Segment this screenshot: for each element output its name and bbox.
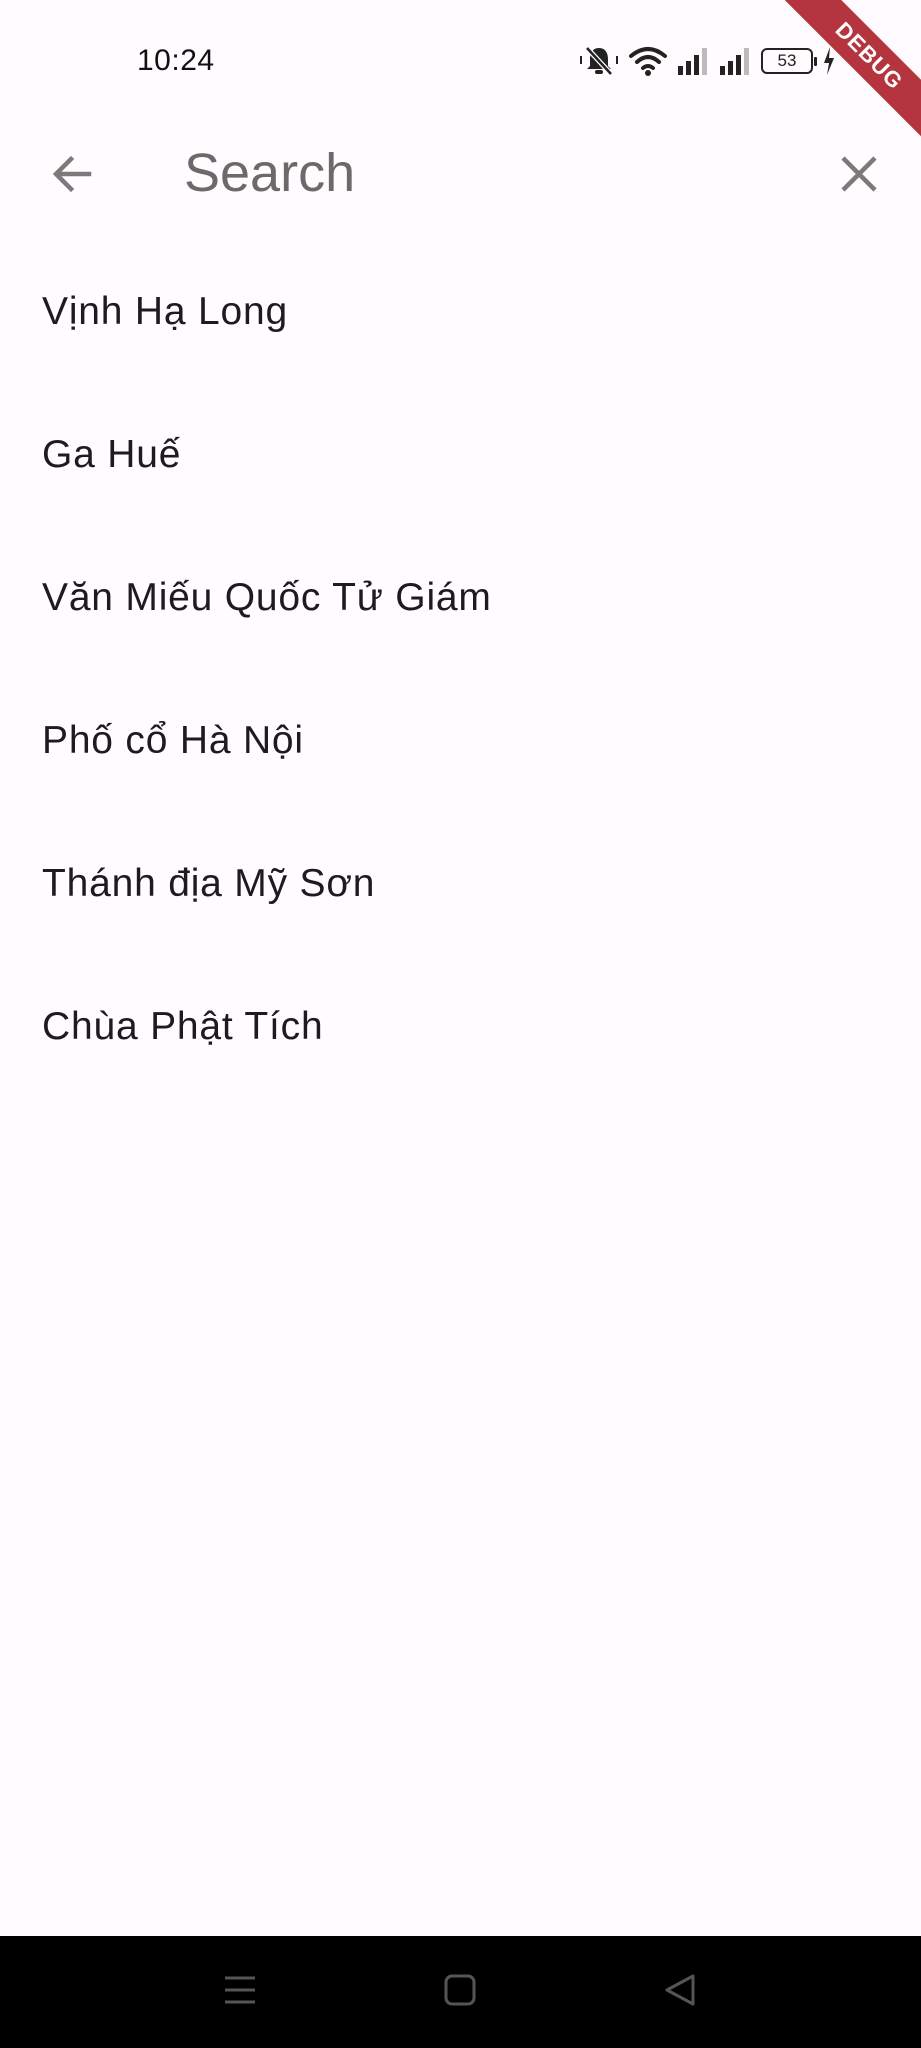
- recent-apps-button[interactable]: [220, 1972, 260, 2012]
- menu-icon: [223, 1973, 257, 2012]
- search-input[interactable]: [184, 138, 784, 208]
- wifi-icon: [629, 45, 667, 77]
- nav-back-button[interactable]: [660, 1972, 700, 2012]
- arrow-left-icon: [49, 151, 95, 202]
- back-icon: [663, 1973, 697, 2012]
- battery-icon: 53: [761, 48, 817, 74]
- status-icons: 53: [579, 44, 835, 78]
- list-item[interactable]: Ga Huế: [0, 383, 921, 526]
- home-button[interactable]: [440, 1972, 480, 2012]
- signal-icon: [677, 46, 709, 76]
- charging-icon: [823, 47, 835, 75]
- clear-search-button[interactable]: [829, 146, 889, 206]
- back-button[interactable]: [42, 146, 102, 206]
- list-item[interactable]: Văn Miếu Quốc Tử Giám: [0, 526, 921, 669]
- signal-icon: [719, 46, 751, 76]
- home-icon: [443, 1973, 477, 2012]
- system-nav-bar: [0, 1936, 921, 2048]
- list-item[interactable]: Chùa Phật Tích: [0, 955, 921, 1098]
- mute-icon: [579, 44, 619, 78]
- search-app-bar: [0, 120, 921, 220]
- status-bar: 10:24 53: [0, 0, 921, 120]
- list-item[interactable]: Vịnh Hạ Long: [0, 240, 921, 383]
- list-item[interactable]: Thánh địa Mỹ Sơn: [0, 812, 921, 955]
- status-time: 10:24: [137, 44, 215, 77]
- list-item[interactable]: Phố cổ Hà Nội: [0, 669, 921, 812]
- search-results-list: Vịnh Hạ Long Ga Huế Văn Miếu Quốc Tử Giá…: [0, 240, 921, 1098]
- close-icon: [839, 154, 879, 199]
